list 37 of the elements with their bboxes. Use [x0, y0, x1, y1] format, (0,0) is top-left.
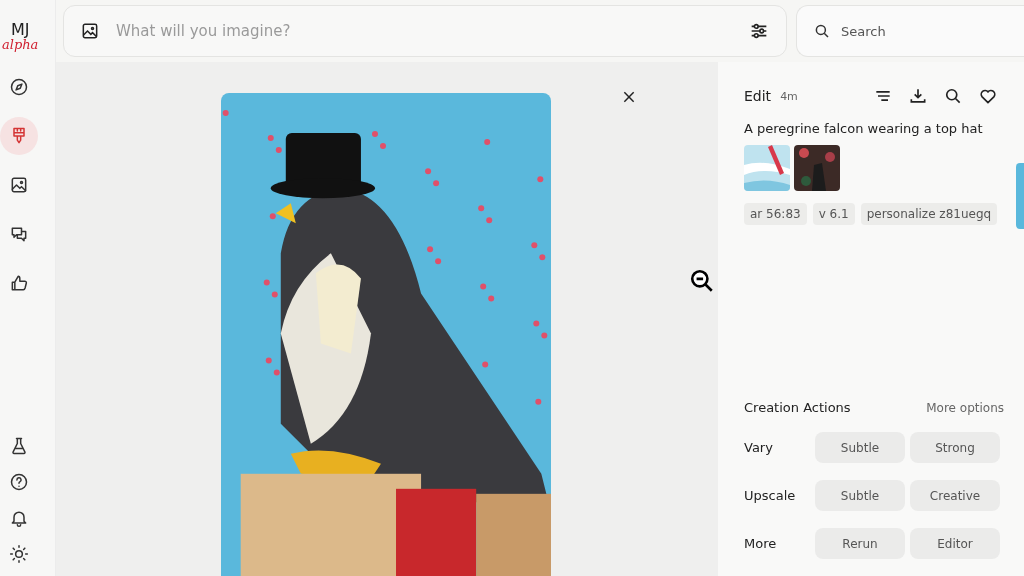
- chat-bubbles-icon: [9, 224, 29, 244]
- image-icon: [9, 175, 29, 195]
- search-input[interactable]: Search: [839, 21, 1024, 41]
- edit-title: Edit: [744, 88, 772, 104]
- action-button[interactable]: Subtle: [815, 480, 905, 511]
- sun-icon: [9, 544, 29, 564]
- age-label: 4m: [780, 89, 798, 103]
- action-button[interactable]: Editor: [910, 528, 1000, 559]
- brand-subtitle: alpha: [2, 38, 39, 51]
- parameter-chip[interactable]: personalize z81uegq: [860, 203, 998, 225]
- help-icon: [9, 472, 29, 492]
- action-label: More: [744, 536, 778, 551]
- close-icon[interactable]: [621, 89, 637, 105]
- action-button[interactable]: Rerun: [815, 528, 905, 559]
- section-title: Creation Actions: [744, 400, 851, 415]
- flask-icon: [9, 436, 29, 456]
- thumbnail-tab[interactable]: [1016, 163, 1024, 229]
- download-icon[interactable]: [908, 86, 928, 106]
- compass-icon: [9, 77, 29, 97]
- action-button[interactable]: Strong: [910, 432, 1000, 463]
- search-icon: [813, 22, 831, 40]
- prompt-field[interactable]: What will you imagine?: [63, 5, 787, 57]
- action-label: Vary: [744, 440, 774, 455]
- thumbs-up-icon: [9, 273, 29, 293]
- search-icon[interactable]: [943, 86, 963, 106]
- zoom-out-icon: [689, 268, 715, 294]
- parameter-chip[interactable]: v 6.1: [812, 203, 855, 225]
- more-options-link[interactable]: More options: [926, 400, 1004, 415]
- search-field[interactable]: Search: [796, 5, 1024, 57]
- prompt-text: A peregrine falcon wearing a top hat: [744, 121, 984, 136]
- brand-title: MJ: [10, 22, 30, 38]
- action-button[interactable]: Subtle: [815, 432, 905, 463]
- action-label: Upscale: [744, 488, 797, 503]
- image-icon: [80, 21, 100, 41]
- action-button[interactable]: Creative: [910, 480, 1000, 511]
- parameter-chip[interactable]: ar 56:83: [744, 203, 807, 225]
- prompt-input[interactable]: What will you imagine?: [114, 21, 734, 41]
